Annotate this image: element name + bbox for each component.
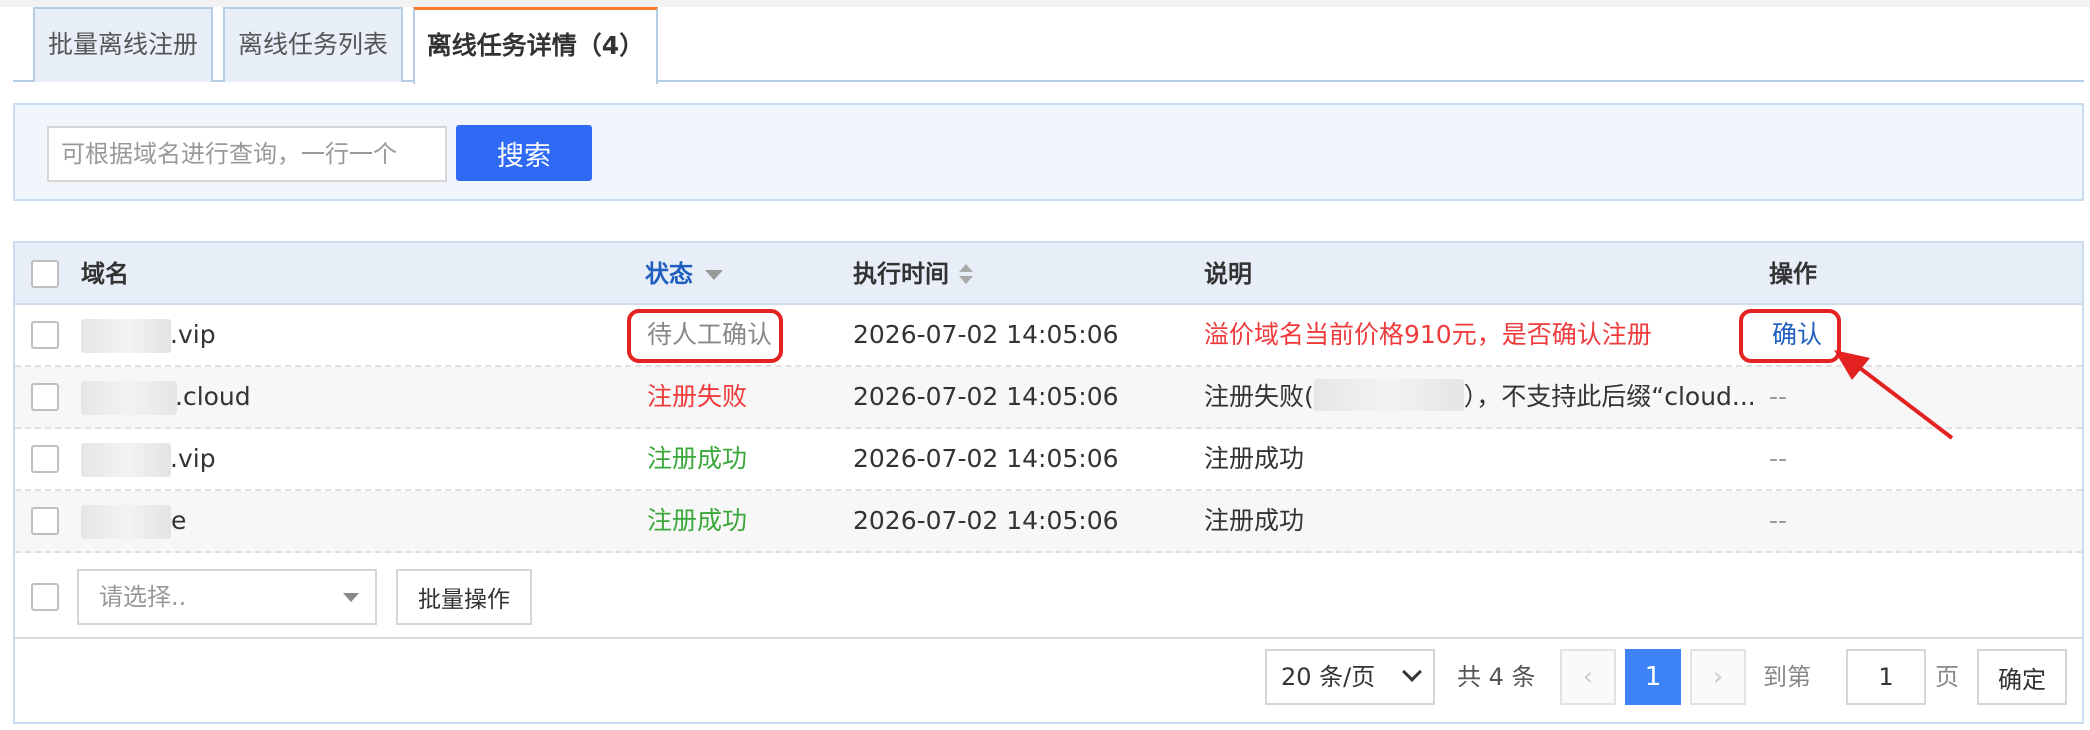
- goto-label: 到第: [1763, 663, 1811, 691]
- masked-domain: [81, 443, 171, 477]
- table-row: .vip 注册成功 2026-07-02 14:05:06 注册成功 --: [15, 429, 2082, 491]
- status-cell: 注册成功: [647, 506, 748, 535]
- row-checkbox[interactable]: [31, 383, 59, 411]
- masked-domain: [81, 505, 171, 539]
- status-highlight-box: [627, 309, 783, 363]
- row-checkbox[interactable]: [31, 507, 59, 535]
- column-domain: 域名: [81, 260, 129, 288]
- status-cell: 注册失败: [647, 382, 748, 411]
- domain-cell: .vip: [170, 444, 216, 473]
- time-cell: 2026-07-02 14:05:06: [853, 506, 1119, 535]
- sort-icon[interactable]: [959, 264, 973, 286]
- domain-cell: .cloud: [175, 382, 251, 411]
- masked-domain: [81, 381, 177, 415]
- description-cell: 注册成功: [1204, 444, 1305, 473]
- search-panel: 搜索: [13, 103, 2084, 201]
- caret-down-icon: [343, 593, 359, 602]
- row-checkbox[interactable]: [31, 321, 59, 349]
- row-checkbox[interactable]: [31, 445, 59, 473]
- annotation-arrow-icon: [1834, 350, 1954, 440]
- description-cell: 溢价域名当前价格910元，是否确认注册: [1204, 320, 1652, 349]
- time-cell: 2026-07-02 14:05:06: [853, 382, 1119, 411]
- tab-bar: 批量离线注册 离线任务列表 离线任务详情（4）: [13, 7, 2084, 84]
- description-cell: 注册失败( ），不支持此后缀“cloud...: [1204, 367, 1759, 427]
- batch-action-select[interactable]: 请选择..: [77, 569, 377, 625]
- masked-domain: [81, 319, 171, 353]
- total-count: 共 4 条: [1457, 663, 1536, 691]
- confirm-highlight-box: [1739, 309, 1841, 363]
- description-prefix: 注册失败(: [1204, 382, 1314, 411]
- action-cell: --: [1769, 382, 1788, 411]
- page-size-select[interactable]: 20 条/页: [1265, 649, 1435, 705]
- description-cell: 注册成功: [1204, 506, 1305, 535]
- search-button[interactable]: 搜索: [456, 125, 592, 181]
- column-exec-time-label: 执行时间: [853, 260, 949, 288]
- select-all-checkbox[interactable]: [31, 260, 59, 288]
- action-cell: --: [1769, 444, 1788, 473]
- column-description: 说明: [1204, 260, 1252, 288]
- tab-offline-task-detail[interactable]: 离线任务详情（4）: [413, 7, 658, 84]
- column-status[interactable]: 状态: [645, 243, 723, 305]
- batch-operation-button[interactable]: 批量操作: [396, 569, 532, 625]
- column-exec-time[interactable]: 执行时间: [853, 243, 973, 305]
- prev-page-button[interactable]: ‹: [1560, 649, 1616, 705]
- chevron-down-icon: [1402, 662, 1422, 682]
- masked-reason: [1313, 379, 1464, 411]
- goto-confirm-button[interactable]: 确定: [1977, 649, 2067, 705]
- action-cell: --: [1769, 506, 1788, 535]
- tab-offline-task-list[interactable]: 离线任务列表: [223, 7, 403, 82]
- column-action: 操作: [1769, 260, 1817, 288]
- page-size-value: 20 条/页: [1281, 663, 1376, 691]
- table-row: e 注册成功 2026-07-02 14:05:06 注册成功 --: [15, 491, 2082, 553]
- batch-select-all-checkbox[interactable]: [31, 583, 59, 611]
- table-header: 域名 状态 执行时间 说明 操作: [15, 243, 2082, 305]
- tab-batch-offline-register[interactable]: 批量离线注册: [33, 7, 213, 82]
- next-page-button[interactable]: ›: [1690, 649, 1746, 705]
- domain-cell: .vip: [170, 320, 216, 349]
- status-cell: 注册成功: [647, 444, 748, 473]
- table-row: .cloud 注册失败 2026-07-02 14:05:06 注册失败( ），不…: [15, 367, 2082, 429]
- goto-page-input[interactable]: [1846, 649, 1926, 705]
- page-1-button[interactable]: 1: [1625, 649, 1681, 705]
- time-cell: 2026-07-02 14:05:06: [853, 320, 1119, 349]
- time-cell: 2026-07-02 14:05:06: [853, 444, 1119, 473]
- column-status-label: 状态: [645, 260, 693, 288]
- domain-search-input[interactable]: [47, 126, 447, 182]
- batch-action-bar: 请选择.. 批量操作: [15, 553, 2082, 639]
- batch-select-placeholder: 请选择..: [99, 583, 187, 611]
- top-strip: [0, 0, 2090, 7]
- filter-caret-icon[interactable]: [705, 270, 723, 280]
- description-rest: ），不支持此后缀“cloud...: [1463, 382, 1756, 411]
- goto-suffix: 页: [1935, 663, 1959, 691]
- domain-cell: e: [171, 506, 187, 535]
